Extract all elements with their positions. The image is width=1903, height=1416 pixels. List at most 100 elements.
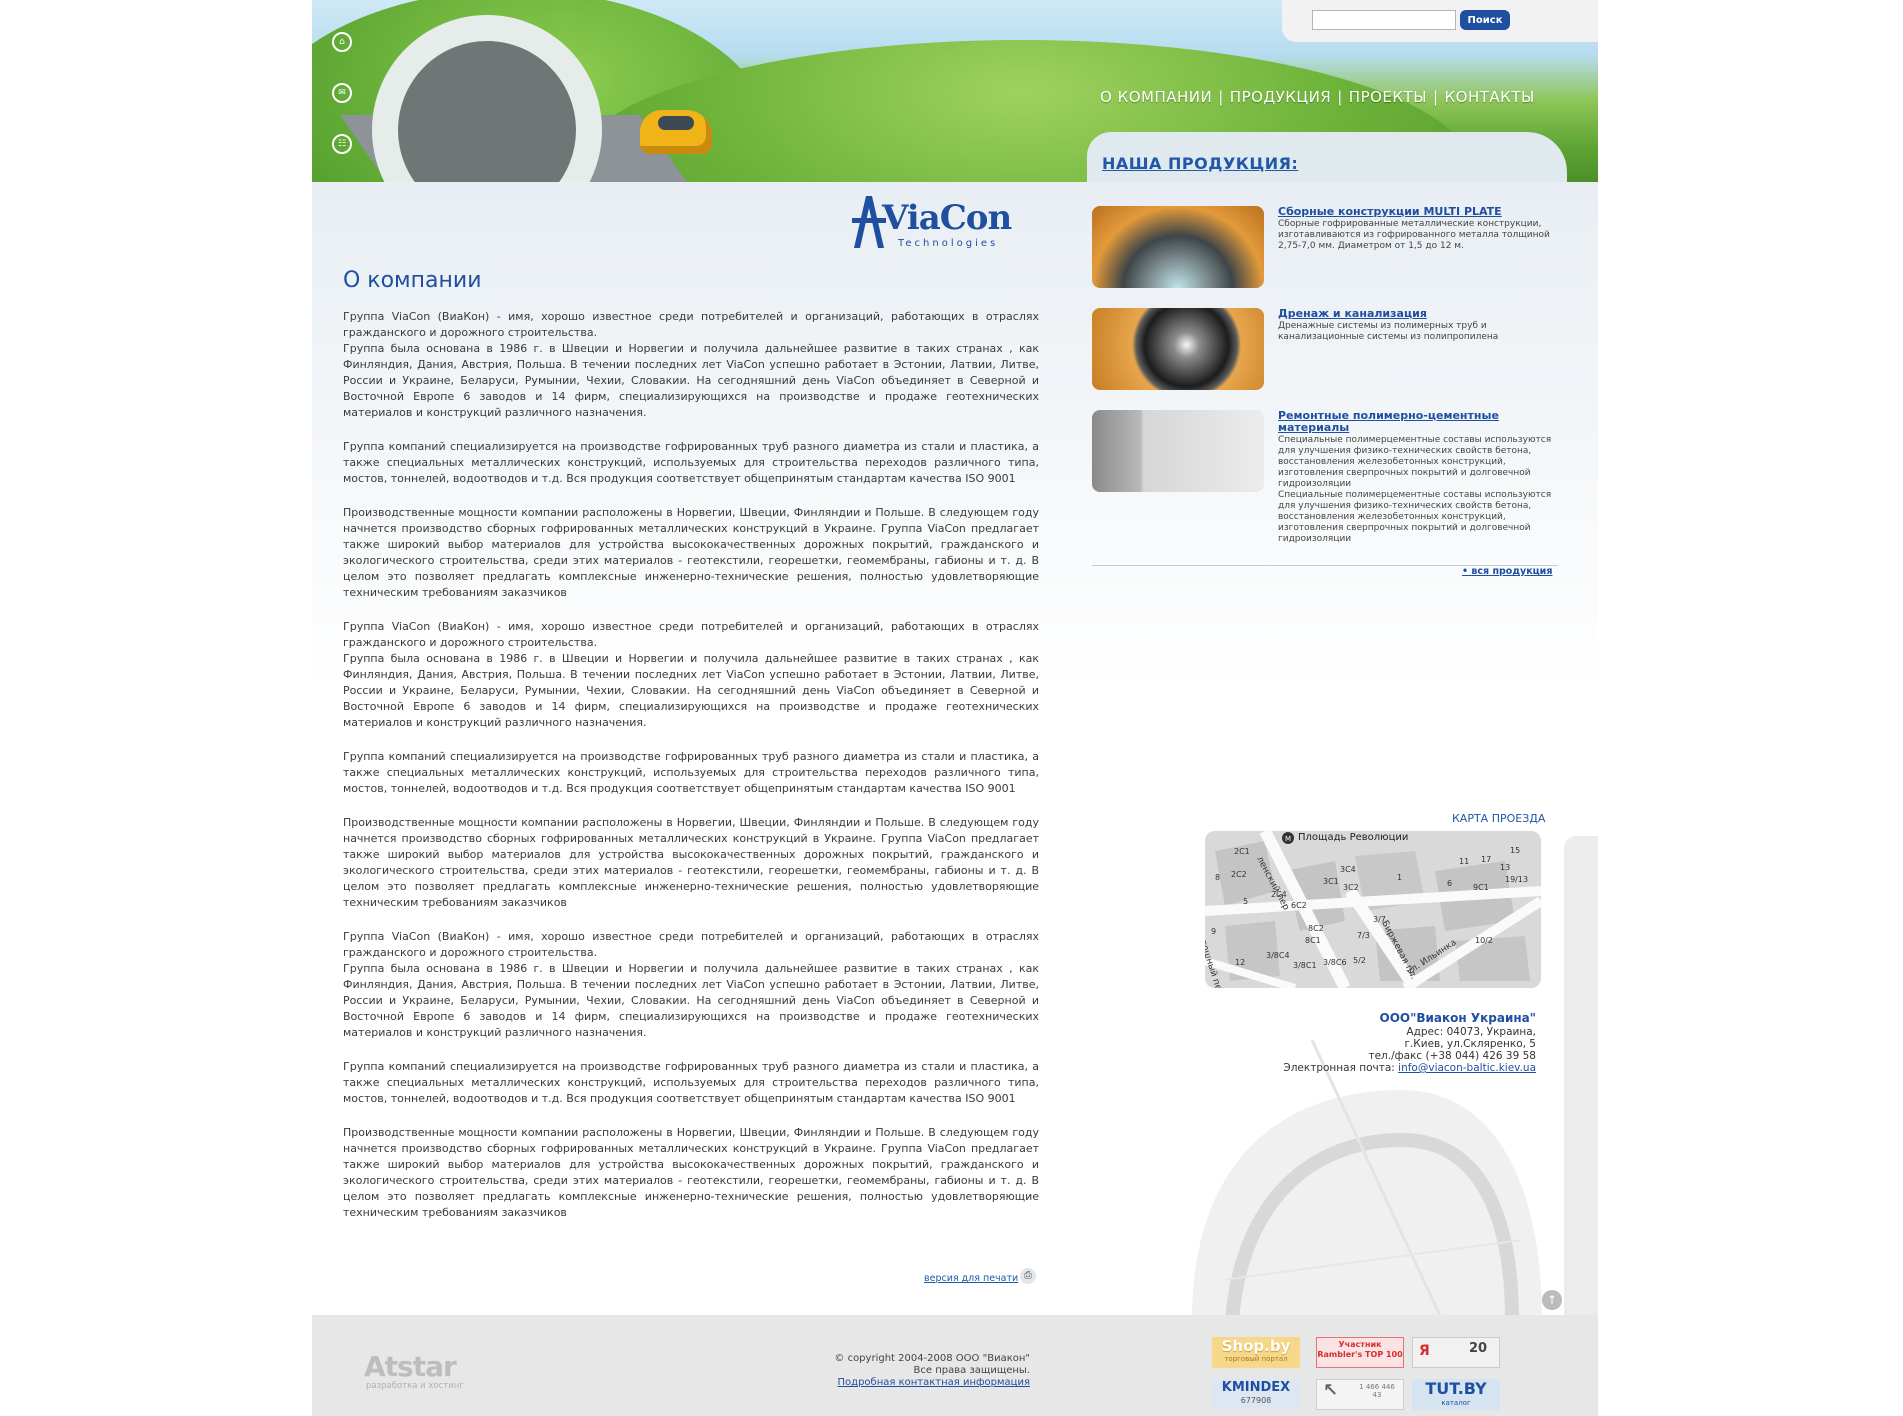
map-building-label: 2С4 [1271,890,1287,899]
email-label: Электронная почта: [1283,1062,1395,1074]
about-paragraph: Группа компаний специализируется на прои… [343,750,1039,795]
map-building-label: 9 [1211,927,1217,936]
nav-item-about[interactable]: О КОМПАНИИ [1100,88,1212,106]
svg-text:M: M [1285,835,1291,843]
map-building-label: 12 [1235,958,1246,967]
copyright-text: © copyright 2004-2008 ООО "Виакон" [834,1353,1030,1364]
about-paragraph: Группа компаний специализируется на прои… [343,440,1039,485]
map-building-label: 3/8С6 [1323,958,1347,967]
product-title[interactable]: Дренаж и канализация [1278,308,1558,320]
bullet: • [1462,566,1472,577]
header-banner: ⌂ ✉ ☷ Поиск О КОМПАНИИ | ПРОДУКЦИЯ | ПРОЕКТЫ… [312,0,1598,182]
map-building-label: 15 [1510,846,1521,855]
printer-icon[interactable]: ⎙ [1020,1268,1036,1284]
footer: Atstar разработка и хостинг © copyright … [312,1315,1598,1416]
product-image-drainage[interactable] [1092,308,1264,390]
map-building-label: 3С2 [1343,883,1359,892]
counter-label: Я [1419,1343,1430,1359]
company-address: г.Киев, ул.Скляренко, 5 [1404,1038,1536,1050]
map-building-label: 8С1 [1305,936,1321,945]
map-building-label: 8С2 [1308,924,1324,933]
counter-yandex[interactable]: Я 20 [1412,1337,1500,1368]
nav-separator: | [1218,88,1224,106]
map-building-label: 17 [1481,855,1492,864]
mail-icon[interactable]: ✉ [332,83,352,103]
nav-separator: | [1337,88,1343,106]
map-building-label: 3/8С4 [1266,951,1290,960]
map-title[interactable]: КАРТА ПРОЕЗДА [1452,812,1545,825]
top-navigation: О КОМПАНИИ | ПРОДУКЦИЯ | ПРОЕКТЫ | КОНТАКТЫ [1100,88,1535,106]
search-panel: Поиск [1282,0,1598,42]
product-title[interactable]: Ремонтные полимерно-цементные материалы [1278,410,1558,434]
map-building-label: 2С1 [1234,847,1250,856]
page-title: О компании [343,268,482,293]
counter-sub: каталог [1441,1399,1471,1407]
map-building-label: 5 [1243,897,1249,906]
banner-car [640,110,712,154]
nav-item-products[interactable]: ПРОДУКЦИЯ [1230,88,1331,106]
company-address: Адрес: 04073, Украина, [1406,1026,1536,1038]
logo-text: ViaCon [882,198,1012,238]
nav-item-contacts[interactable]: КОНТАКТЫ [1445,88,1535,106]
counter-shopby[interactable]: Shop.by торговый портал [1212,1337,1300,1368]
counter-sub: 20 [1469,1341,1488,1356]
side-icon-bar: ⌂ ✉ ☷ [332,32,352,182]
nav-item-projects[interactable]: ПРОЕКТЫ [1349,88,1427,106]
products-tab-title[interactable]: НАША ПРОДУКЦИЯ: [1102,154,1298,173]
viacon-logo[interactable]: ViaCon Technologies [852,196,1028,249]
map-building-label: 3С4 [1340,865,1356,874]
product-title[interactable]: Сборные конструкции MULTI PLATE [1278,206,1558,218]
tunnel-sketch-image [1192,1040,1542,1320]
map-building-label: 1 [1397,873,1403,882]
about-paragraph: Группа ViaCon (ВиаКон) - имя, хорошо изв… [343,620,1039,729]
map-building-label: 6С2 [1291,901,1307,910]
counter-kmindex[interactable]: KMINDEX 677908 [1212,1379,1300,1410]
map-building-label: 3/7 [1373,915,1386,924]
map-building-label: 11 [1459,857,1470,866]
scroll-to-top-icon[interactable]: ↑ [1542,1290,1562,1310]
counter-tutby[interactable]: TUT.BY каталог [1412,1379,1500,1410]
sitemap-icon[interactable]: ☷ [332,134,352,154]
email-link[interactable]: info@viacon-baltic.kiev.ua [1398,1062,1536,1074]
map-building-label: 13 [1500,863,1511,872]
page: ⌂ ✉ ☷ Поиск О КОМПАНИИ | ПРОДУКЦИЯ | ПРОЕКТЫ… [312,0,1598,1416]
route-map[interactable]: M Площадь Революции ленский пер Биржевая… [1205,831,1541,988]
search-button[interactable]: Поиск [1460,10,1510,30]
product-description: Сборные гофрированные металлические конс… [1278,219,1550,251]
company-contacts: ООО"Виакон Украина" Адрес: 04073, Украин… [1212,1010,1536,1074]
company-email-row: Электронная почта: info@viacon-baltic.ki… [1212,1062,1536,1074]
counter-label: Shop.by [1221,1337,1291,1355]
counter-sub: 677908 [1240,1396,1272,1405]
nav-separator: | [1432,88,1439,106]
counter-liveinternet[interactable]: ↖ 1 466 446 43 [1316,1379,1404,1410]
map-building-label: 3С1 [1323,877,1339,886]
map-building-label: 6 [1447,879,1453,888]
about-text: Группа ViaCon (ВиаКон) - имя, хорошо изв… [343,309,1039,1239]
company-phone: тел./факс (+38 044) 426 39 58 [1368,1050,1536,1062]
developer-subtitle: разработка и хостинг [366,1381,464,1391]
rights-text: Все права защищены. [913,1365,1030,1376]
metro-label: Площадь Революции [1298,832,1409,843]
all-products-link[interactable]: • вся продукция [1462,566,1552,577]
arrow-icon: ↖ [1323,1380,1339,1401]
product-image-repair-materials[interactable] [1092,410,1264,492]
product-item: Ремонтные полимерно-цементные материалы … [1092,410,1562,550]
search-input[interactable] [1312,10,1456,30]
contact-info-link[interactable]: Подробная контактная информация [838,1377,1030,1388]
home-icon[interactable]: ⌂ [332,32,352,52]
about-paragraph: Группа компаний специализируется на прои… [343,1060,1039,1105]
product-item: Сборные конструкции MULTI PLATE Сборные … [1092,206,1562,292]
counter-sub: торговый портал [1224,1355,1288,1363]
counter-label: KMINDEX [1221,1380,1291,1395]
map-building-label: 8 [1215,873,1221,882]
print-version-link[interactable]: версия для печати [924,1273,1018,1284]
counter-label: TUT.BY [1425,1379,1487,1398]
product-description: Специальные полимерцементные составы исп… [1278,435,1552,544]
developer-logo[interactable]: Atstar [364,1350,457,1383]
map-building-label: 5/2 [1353,956,1366,965]
about-paragraph: Производственные мощности компании распо… [343,816,1039,909]
product-image-multiplate[interactable] [1092,206,1264,288]
logo-mark-icon [852,196,886,248]
counter-rambler[interactable]: Участник Rambler's TOP 100 [1316,1337,1404,1368]
about-paragraph: Группа ViaCon (ВиаКон) - имя, хорошо изв… [343,930,1039,1039]
